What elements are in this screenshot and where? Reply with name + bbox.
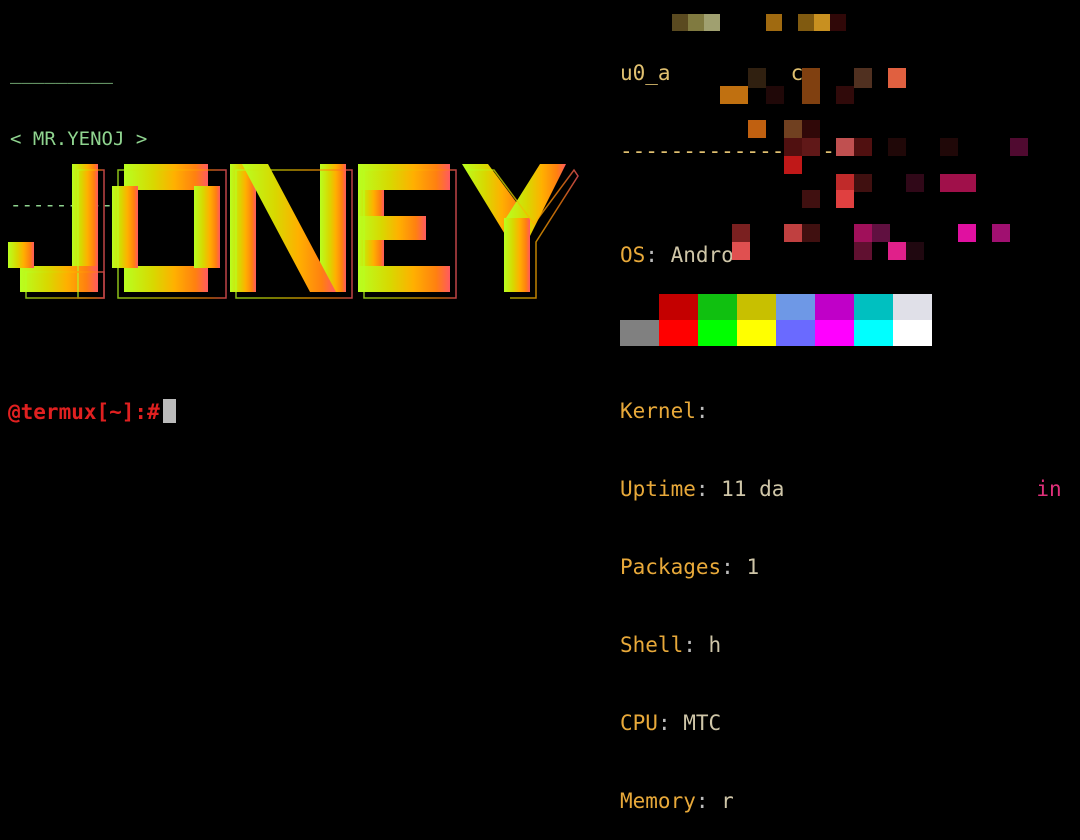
info-row-uptime: Uptime: 11 da in xyxy=(620,476,1062,502)
info-value: MTC xyxy=(683,711,722,735)
color-swatch xyxy=(659,294,698,320)
redaction-mosaic xyxy=(672,14,1028,260)
color-swatch xyxy=(620,320,659,346)
color-swatch xyxy=(659,320,698,346)
color-swatch xyxy=(737,294,776,320)
info-key: Memory xyxy=(620,789,696,813)
prompt-text: @termux[~]:# xyxy=(8,400,160,424)
info-value: h xyxy=(708,633,722,657)
info-key: CPU xyxy=(620,711,658,735)
info-sep: : xyxy=(657,711,671,735)
color-palette xyxy=(620,294,932,346)
color-swatch xyxy=(776,320,815,346)
color-swatch xyxy=(698,294,737,320)
color-swatch xyxy=(776,294,815,320)
palette-row-bright xyxy=(620,320,932,346)
info-sep: : xyxy=(683,633,696,657)
info-sep: : xyxy=(695,477,709,501)
color-swatch xyxy=(737,320,776,346)
info-sep: : xyxy=(721,555,734,579)
color-swatch xyxy=(854,294,893,320)
color-swatch xyxy=(698,320,737,346)
info-row-shell: Shell: h xyxy=(620,632,1062,658)
info-key: Packages xyxy=(620,555,722,579)
color-swatch xyxy=(893,294,932,320)
info-value: r xyxy=(721,789,734,813)
info-row-packages: Packages: 1 xyxy=(620,554,1062,580)
palette-row-normal xyxy=(620,294,932,320)
info-row-memory: Memory: r xyxy=(620,788,1062,814)
shell-prompt[interactable]: @termux[~]:# xyxy=(8,398,176,426)
info-value-tail: in xyxy=(1036,477,1062,501)
color-swatch xyxy=(854,320,893,346)
color-swatch xyxy=(815,320,854,346)
color-swatch xyxy=(893,320,932,346)
info-key: Uptime xyxy=(620,477,696,501)
info-value: 11 da xyxy=(721,477,785,501)
color-swatch xyxy=(815,294,854,320)
text-cursor xyxy=(162,399,176,423)
info-sep: : xyxy=(695,789,709,813)
color-swatch xyxy=(620,294,659,320)
info-key: Shell xyxy=(620,633,684,657)
info-value: 1 xyxy=(746,555,760,579)
mosaic-blocks xyxy=(672,14,1028,260)
info-row-cpu: CPU: MTC xyxy=(620,710,1062,736)
